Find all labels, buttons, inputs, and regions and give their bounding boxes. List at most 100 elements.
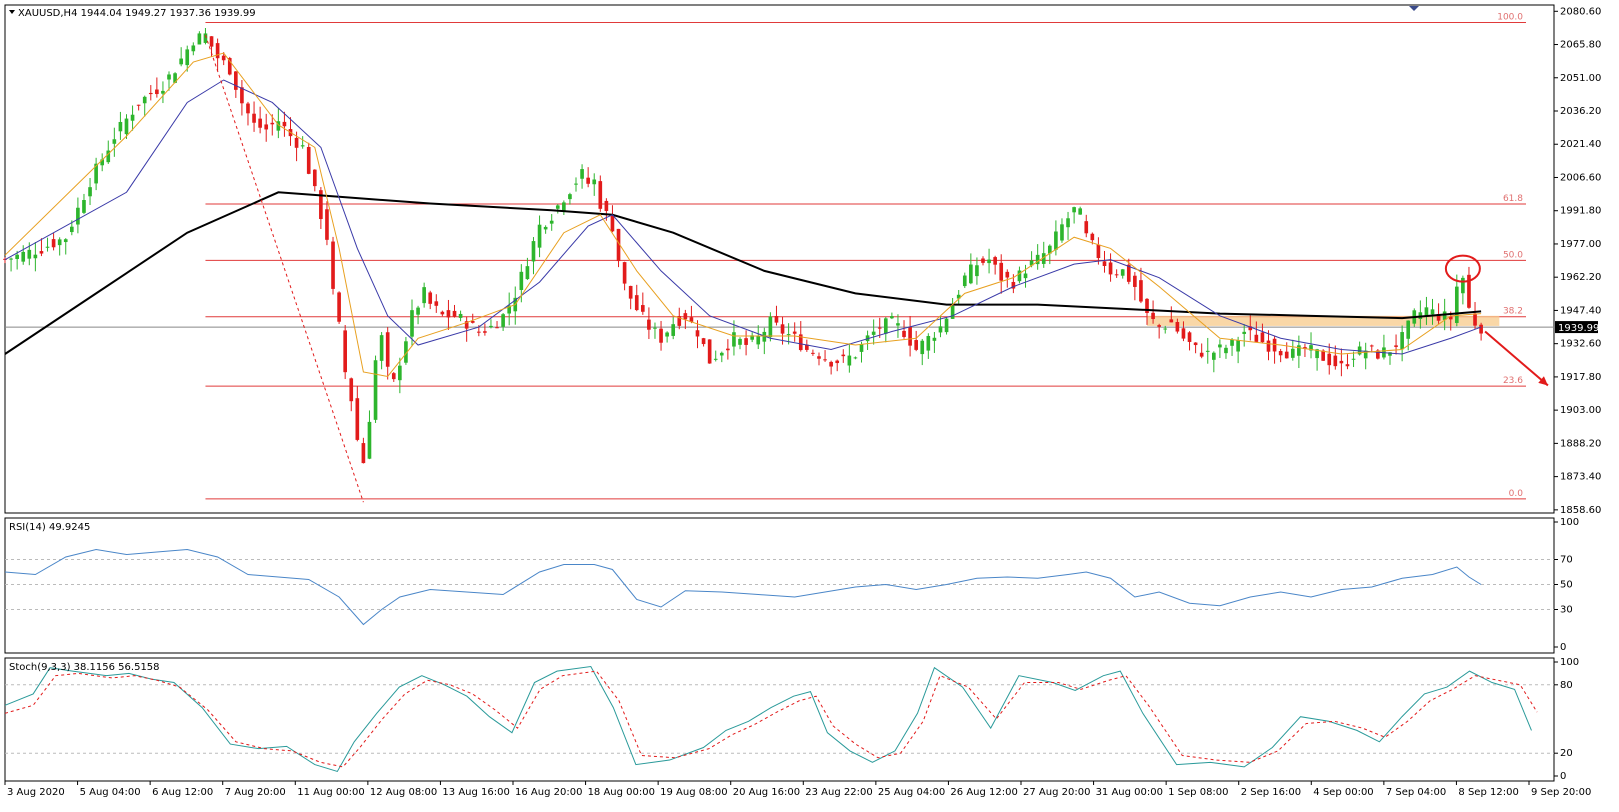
candle-body (1163, 328, 1168, 330)
candle-body (422, 287, 426, 304)
candle-body (598, 181, 603, 209)
x-tick-label: 27 Aug 20:00 (1023, 787, 1090, 798)
candle-body (428, 292, 433, 304)
candle-body (829, 361, 833, 367)
candle-body (1297, 345, 1301, 356)
candle-body (738, 338, 742, 345)
candle-body (1266, 340, 1271, 352)
price-tick-label: 1991.80 (1560, 206, 1601, 217)
candle-body (501, 314, 505, 327)
price-tick-label: 1858.60 (1560, 505, 1601, 516)
x-tick-label: 20 Aug 16:00 (733, 787, 800, 798)
candle-body (258, 118, 262, 128)
price-tick-label: 1903.00 (1560, 405, 1601, 416)
candle-body (45, 246, 50, 248)
x-tick-label: 3 Aug 2020 (7, 787, 65, 798)
candle-body (1133, 275, 1137, 287)
candle-body (161, 90, 165, 94)
candle-body (1017, 270, 1022, 282)
candle-body (312, 169, 317, 187)
candle-body (367, 421, 372, 459)
candle-body (1114, 274, 1119, 276)
candle-body (847, 355, 852, 366)
candle-body (1157, 325, 1161, 327)
candle-body (1120, 269, 1125, 276)
candle-body (1199, 352, 1204, 357)
candle-body (1090, 233, 1095, 241)
candle-body (555, 205, 560, 209)
candle-body (246, 103, 250, 114)
candle-body (999, 262, 1004, 281)
candle-body (1212, 352, 1216, 360)
x-tick-label: 8 Sep 12:00 (1458, 787, 1518, 798)
candle-body (877, 327, 882, 329)
price-tick-label: 2006.60 (1560, 172, 1601, 183)
candle-body (1369, 345, 1374, 347)
candle-body (719, 352, 724, 356)
candle-body (325, 209, 329, 240)
candle-body (1284, 351, 1289, 359)
x-tick-label: 5 Aug 04:00 (80, 787, 141, 798)
x-tick-label: 16 Aug 20:00 (515, 787, 582, 798)
candle-body (1078, 208, 1083, 215)
candle-body (683, 313, 688, 320)
candle-body (385, 332, 390, 367)
candle-body (306, 147, 311, 174)
candle-body (890, 316, 894, 319)
candle-body (1139, 280, 1143, 302)
candle-body (1272, 338, 1277, 352)
chart-canvas[interactable]: 2080.60 2065.80 2051.00 2036.20 2021.40 2006.… (0, 0, 1619, 808)
candle-body (142, 96, 147, 104)
candle-body (1066, 218, 1070, 228)
stoch-tick-label: 20 (1560, 748, 1573, 759)
candle-body (665, 332, 669, 337)
candle-body (543, 226, 548, 230)
candle-body (124, 118, 129, 135)
candle-body (264, 124, 269, 130)
x-axis: 3 Aug 2020 5 Aug 04:00 6 Aug 12:00 7 Aug 20… (4, 781, 1591, 798)
x-tick-label: 31 Aug 00:00 (1096, 787, 1163, 798)
candle-body (562, 202, 566, 211)
candle-body (1102, 261, 1107, 267)
candle-body (1351, 358, 1356, 360)
x-tick-label: 6 Aug 12:00 (152, 787, 213, 798)
candle-body (1096, 244, 1101, 259)
candle-body (252, 113, 256, 123)
candle-body (1230, 339, 1234, 346)
candle-body (780, 324, 785, 334)
candle-body (859, 344, 864, 352)
candle-body (1339, 360, 1344, 364)
candle-body (908, 326, 912, 346)
candle-body (732, 332, 736, 347)
candle-body (1461, 277, 1465, 294)
fib-level-label: 38.2 (1503, 307, 1523, 317)
candle-body (1084, 221, 1089, 234)
candle-body (574, 183, 578, 185)
candle-body (726, 348, 730, 351)
candle-body (191, 45, 196, 52)
candle-body (1224, 347, 1228, 354)
candle-body (701, 338, 706, 345)
rsi-tick-label: 0 (1560, 642, 1566, 653)
candle-body (1333, 355, 1338, 367)
x-tick-label: 12 Aug 08:00 (370, 787, 437, 798)
candle-body (294, 137, 299, 148)
candle-body (592, 179, 597, 185)
candle-body (215, 43, 220, 59)
candle-body (300, 145, 305, 147)
candle-body (926, 335, 931, 351)
candle-body (489, 325, 493, 328)
x-tick-label: 2 Sep 16:00 (1241, 787, 1301, 798)
x-tick-label: 26 Aug 12:00 (950, 787, 1017, 798)
candle-body (130, 114, 135, 121)
candle-body (1181, 328, 1186, 339)
trading-chart[interactable]: 2080.60 2065.80 2051.00 2036.20 2021.40 2006.… (0, 0, 1619, 808)
rsi-panel-frame (4, 517, 1555, 654)
rsi-tick-label: 30 (1560, 605, 1573, 616)
rsi-tick-label: 100 (1560, 517, 1579, 528)
candle-body (811, 352, 815, 354)
candle-body (531, 241, 536, 262)
candle-body (373, 360, 378, 420)
candle-body (525, 266, 530, 280)
candle-body (1151, 312, 1155, 320)
